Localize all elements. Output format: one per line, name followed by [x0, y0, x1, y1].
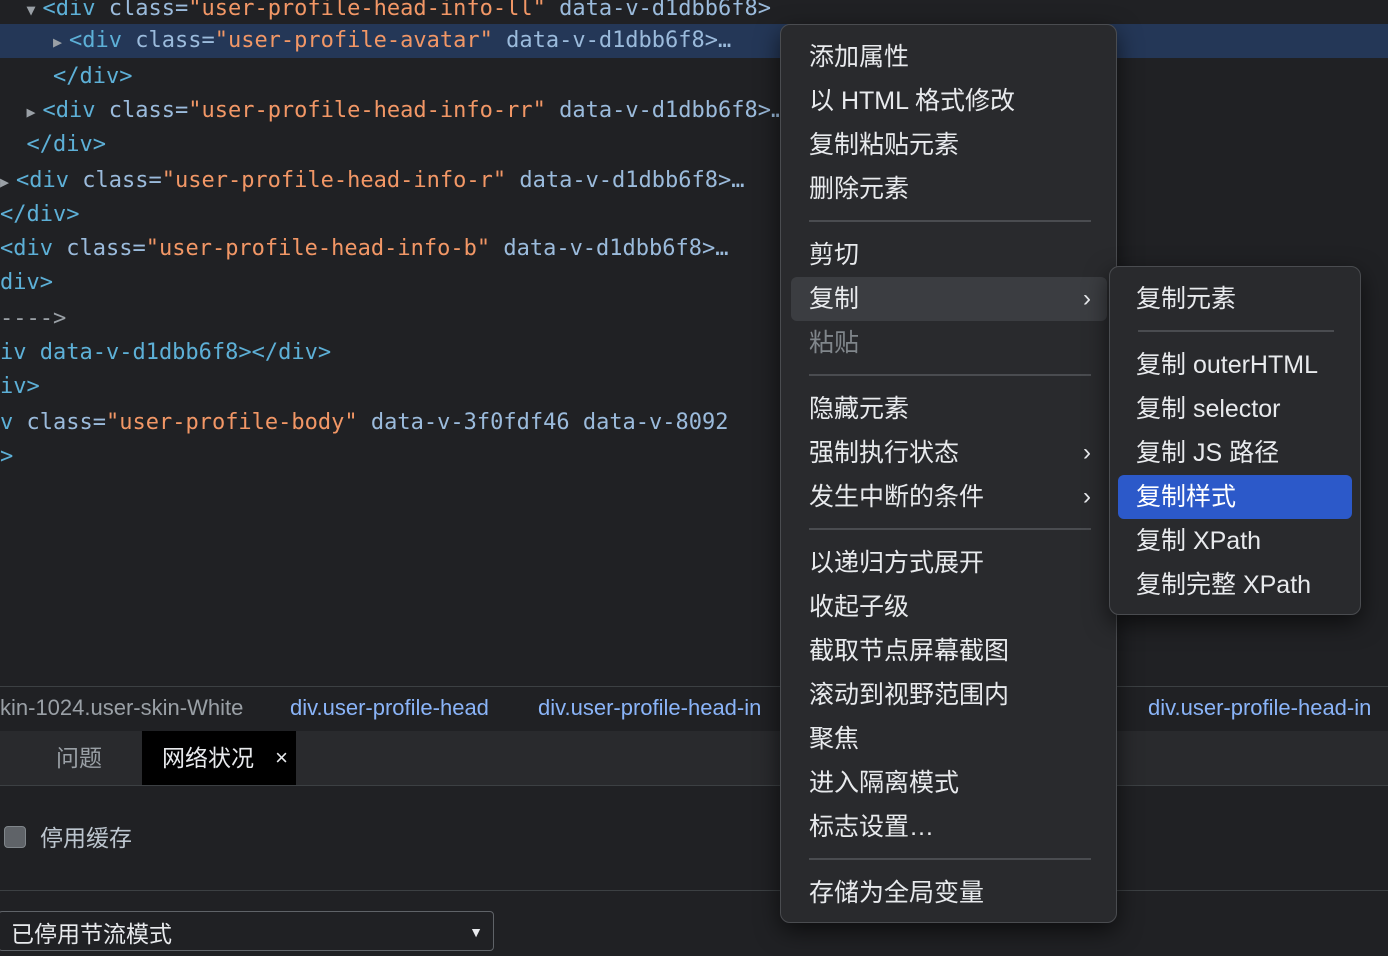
context-menu: 添加属性 以 HTML 格式修改 复制粘贴元素 删除元素 剪切 复制 › 粘贴 …	[780, 24, 1117, 923]
tab-issues[interactable]: 问题	[56, 731, 102, 785]
menu-item-focus[interactable]: 聚焦	[791, 717, 1107, 761]
dom-node-line[interactable]: <div class="user-profile-head-info-b" da…	[0, 232, 1388, 266]
expand-triangle-icon[interactable]: ▶	[0, 165, 16, 199]
divider	[0, 890, 1388, 891]
attr-rest: data-v-d1dbb6f8>…	[545, 98, 785, 123]
breadcrumb-item[interactable]: kin-1024.user-skin-White	[0, 687, 243, 729]
menu-separator	[809, 528, 1091, 530]
menu-item-delete-element[interactable]: 删除元素	[791, 167, 1107, 211]
attr-value: "user-profile-head-info-b"	[145, 236, 491, 261]
menu-item-cut[interactable]: 剪切	[791, 233, 1107, 277]
close-icon[interactable]: ×	[275, 731, 288, 785]
menu-separator	[809, 374, 1091, 376]
attr-value: "user-profile-head-info-ll"	[188, 0, 546, 21]
submenu-item-copy-element[interactable]: 复制元素	[1118, 277, 1352, 321]
menu-item-enter-isolation-mode[interactable]: 进入隔离模式	[791, 761, 1107, 805]
menu-item-hide-element[interactable]: 隐藏元素	[791, 387, 1107, 431]
menu-item-copy[interactable]: 复制 ›	[791, 277, 1107, 321]
dom-node-line[interactable]: </div>	[0, 128, 1388, 162]
menu-item-add-attribute[interactable]: 添加属性	[791, 35, 1107, 79]
dom-node-line[interactable]: </div>	[0, 198, 1388, 232]
expand-triangle-icon[interactable]: ▶	[27, 95, 43, 129]
disable-cache-checkbox[interactable]	[4, 826, 26, 848]
collapse-triangle-icon[interactable]: ▼	[27, 0, 43, 27]
chevron-right-icon: ›	[1083, 439, 1091, 466]
menu-item-edit-as-html[interactable]: 以 HTML 格式修改	[791, 79, 1107, 123]
attr-rest: data-v-d1dbb6f8>…	[490, 236, 729, 261]
dom-node-line[interactable]: ▼ <div class="user-profile-head-info-ll" …	[0, 0, 1388, 26]
tag-name: <div	[42, 98, 109, 123]
submenu-item-copy-xpath[interactable]: 复制 XPath	[1118, 519, 1352, 563]
submenu-item-copy-selector[interactable]: 复制 selector	[1118, 387, 1352, 431]
menu-item-expand-recursively[interactable]: 以递归方式展开	[791, 541, 1107, 585]
dropdown-caret-icon: ▼	[469, 924, 483, 940]
menu-item-scroll-into-view[interactable]: 滚动到视野范围内	[791, 673, 1107, 717]
tag-name: <div	[0, 236, 67, 261]
throttling-value: 已停用节流模式	[11, 921, 172, 947]
attr-value: "user-profile-head-info-r"	[161, 168, 507, 193]
attr-name: class=	[66, 236, 146, 261]
attr-name: class=	[108, 0, 189, 21]
submenu-item-copy-js-path[interactable]: 复制 JS 路径	[1118, 431, 1352, 475]
attr-value: "user-profile-avatar"	[214, 28, 493, 53]
menu-item-label: 复制	[809, 285, 860, 313]
tag-name: <div	[42, 0, 109, 21]
menu-item-label: 发生中断的条件	[809, 483, 985, 511]
attr-value: "user-profile-body"	[105, 410, 358, 435]
disable-cache-label: 停用缓存	[40, 825, 132, 851]
expand-triangle-icon[interactable]: ▶	[53, 25, 69, 59]
breadcrumb-item[interactable]: div.user-profile-head	[290, 687, 489, 729]
tag-name: <div	[16, 168, 83, 193]
dom-node-line[interactable]: </div>	[0, 60, 1388, 94]
chevron-right-icon: ›	[1083, 483, 1091, 510]
breadcrumb-item[interactable]: div.user-profile-head-in	[538, 687, 761, 729]
attr-name: class=	[26, 410, 106, 435]
submenu-item-copy-styles[interactable]: 复制样式	[1118, 475, 1352, 519]
dom-node-line[interactable]: ▶ <div class="user-profile-head-info-rr" …	[0, 94, 1388, 128]
menu-item-badge-settings[interactable]: 标志设置…	[791, 805, 1107, 849]
drawer-tab-bar: 问题 网络状况 ×	[0, 731, 1388, 786]
breadcrumb: kin-1024.user-skin-White div.user-profil…	[0, 686, 1388, 732]
attr-rest: data-v-d1dbb6f8>	[545, 0, 772, 21]
menu-item-force-state[interactable]: 强制执行状态 ›	[791, 431, 1107, 475]
menu-item-break-on[interactable]: 发生中断的条件 ›	[791, 475, 1107, 519]
menu-item-label: 强制执行状态	[809, 439, 960, 467]
dom-node-line-selected[interactable]: ▶ <div class="user-profile-avatar" data-v…	[0, 24, 1388, 58]
attr-name: class=	[135, 28, 215, 53]
throttling-select[interactable]: 已停用节流模式 ▼	[0, 911, 494, 951]
attr-rest: data-v-d1dbb6f8>…	[506, 168, 745, 193]
chevron-right-icon: ›	[1083, 285, 1091, 312]
tab-network-conditions[interactable]: 网络状况 ×	[142, 731, 296, 785]
tag-name: v	[0, 410, 27, 435]
attr-value: "user-profile-head-info-rr"	[188, 98, 546, 123]
menu-separator	[1138, 330, 1334, 332]
dom-node-line[interactable]: ▶ <div class="user-profile-head-info-r" d…	[0, 164, 1388, 198]
tag-name: <div	[68, 28, 136, 53]
menu-separator	[809, 858, 1091, 860]
copy-submenu: 复制元素 复制 outerHTML 复制 selector 复制 JS 路径 复…	[1109, 266, 1361, 615]
submenu-item-copy-outerhtml[interactable]: 复制 outerHTML	[1118, 343, 1352, 387]
attr-name: class=	[108, 98, 189, 123]
attr-rest: data-v-d1dbb6f8>…	[492, 28, 732, 53]
submenu-item-copy-full-xpath[interactable]: 复制完整 XPath	[1118, 563, 1352, 607]
menu-item-duplicate-element[interactable]: 复制粘贴元素	[791, 123, 1107, 167]
attr-rest: data-v-3f0fdf46 data-v-8092	[357, 410, 729, 435]
tab-label: 网络状况	[162, 745, 254, 771]
menu-item-store-as-global-variable[interactable]: 存储为全局变量	[791, 871, 1107, 915]
attr-name: class=	[82, 168, 162, 193]
breadcrumb-item[interactable]: div.user-profile-head-in	[1148, 687, 1371, 729]
menu-separator	[809, 220, 1091, 222]
menu-item-collapse-children[interactable]: 收起子级	[791, 585, 1107, 629]
menu-item-capture-node-screenshot[interactable]: 截取节点屏幕截图	[791, 629, 1107, 673]
menu-item-paste: 粘贴	[809, 329, 860, 357]
